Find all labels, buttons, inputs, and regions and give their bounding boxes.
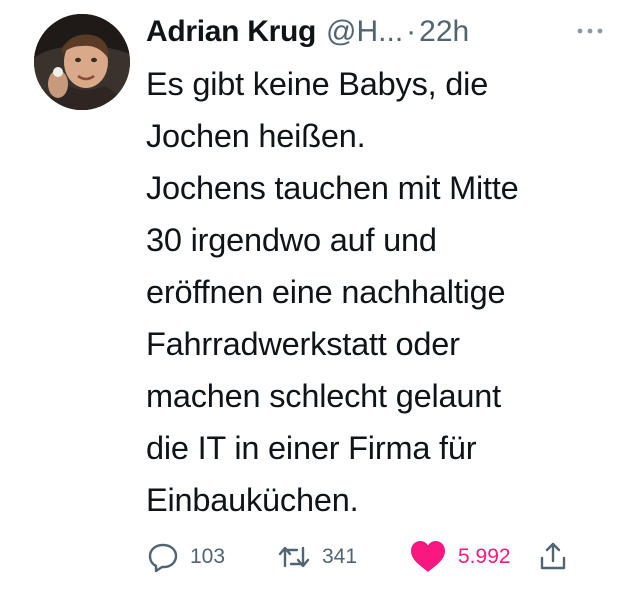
- retweet-count: 341: [322, 545, 358, 568]
- avatar[interactable]: [34, 14, 130, 110]
- tweet-text: Es gibt keine Babys, die Jochen heißen. …: [146, 58, 612, 526]
- more-options-button[interactable]: [572, 16, 608, 46]
- retweet-button[interactable]: 341: [276, 533, 357, 581]
- share-button[interactable]: [536, 533, 570, 581]
- tweet-text-line: machen schlecht gelaunt: [146, 378, 501, 414]
- tweet-text-line: die IT in einer Firma für: [146, 430, 477, 466]
- header-separator: ·: [406, 15, 417, 48]
- like-count: 5.992: [458, 545, 511, 568]
- tweet-text-line: Jochens tauchen mit Mitte: [146, 170, 519, 206]
- tweet-header: Adrian Krug @H... · 22h: [146, 10, 469, 54]
- heart-filled-icon: [408, 539, 448, 575]
- tweet-text-line: Jochen heißen.: [146, 118, 366, 154]
- author-name[interactable]: Adrian Krug: [146, 10, 316, 54]
- tweet-text-line: Es gibt keine Babys, die: [146, 66, 489, 102]
- speech-bubble-icon: [146, 540, 180, 574]
- tweet-card[interactable]: Adrian Krug @H... · 22h Es gibt keine Ba…: [0, 0, 620, 593]
- tweet-actions: 103 341 5.992: [146, 533, 606, 581]
- tweet-text-line: Einbauküchen.: [146, 482, 359, 518]
- share-upload-icon: [536, 540, 570, 574]
- reply-button[interactable]: 103: [146, 533, 225, 581]
- tweet-text-line: 30 irgendwo auf und: [146, 222, 437, 258]
- tweet-text-line: Fahrradwerkstatt oder: [146, 326, 460, 362]
- author-handle[interactable]: @H...: [326, 10, 403, 54]
- more-horizontal-icon: [572, 16, 608, 46]
- tweet-timestamp[interactable]: 22h: [419, 10, 469, 54]
- tweet-text-line: eröffnen eine nachhaltige: [146, 274, 506, 310]
- like-button[interactable]: 5.992: [408, 533, 511, 581]
- retweet-arrows-icon: [276, 540, 312, 574]
- reply-count: 103: [190, 545, 226, 568]
